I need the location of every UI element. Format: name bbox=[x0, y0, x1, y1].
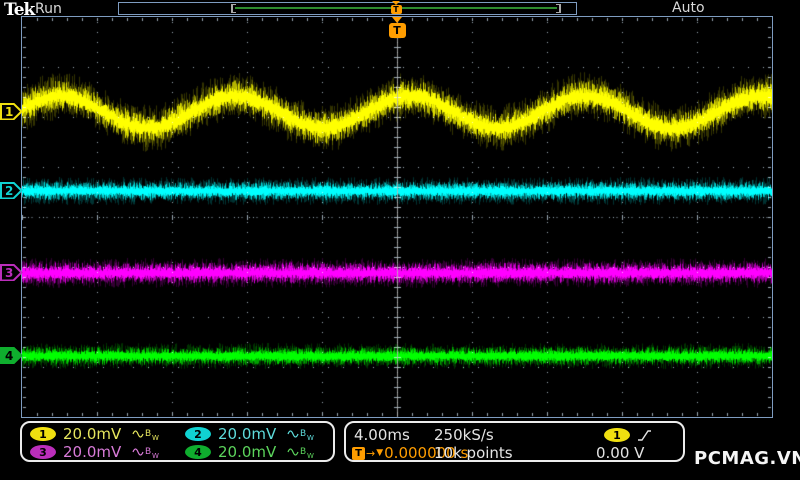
rising-edge-icon bbox=[637, 428, 652, 442]
trigger-t-icon: T bbox=[388, 23, 406, 38]
trigger-t-icon: T bbox=[352, 446, 365, 460]
ch2-badge: 2 bbox=[185, 427, 211, 441]
trigger-position-marker: T bbox=[388, 17, 406, 38]
ch1-coupling-bandwidth-icon: BW bbox=[132, 428, 159, 441]
svg-text:B: B bbox=[145, 429, 151, 439]
trigger-t-icon: T bbox=[390, 5, 402, 14]
triangle-down-icon: ▼ bbox=[376, 448, 384, 458]
channel-2-position-marker: 2 bbox=[0, 182, 23, 199]
svg-text:B: B bbox=[145, 447, 151, 457]
acquisition-status: Run bbox=[35, 1, 62, 17]
svg-text:B: B bbox=[300, 447, 306, 457]
timebase-scale: 4.00ms bbox=[354, 426, 410, 444]
ch1-readout: 1 20.0mV BW bbox=[30, 425, 159, 443]
ch4-scale: 20.0mV bbox=[218, 443, 277, 461]
trigger-source-readout: 1 bbox=[604, 427, 652, 443]
ch3-readout: 3 20.0mV BW bbox=[30, 443, 159, 461]
ch2-coupling-bandwidth-icon: BW bbox=[287, 428, 314, 441]
ch2-scale: 20.0mV bbox=[218, 425, 277, 443]
trigger-mode-label: Auto bbox=[672, 0, 705, 16]
record-view-bar: T bbox=[118, 1, 577, 15]
record-length: 10k points bbox=[434, 444, 513, 462]
ch4-readout: 4 20.0mV BW bbox=[185, 443, 314, 461]
record-trigger-marker: T bbox=[390, 1, 402, 14]
channel-3-position-marker: 3 bbox=[0, 264, 23, 281]
ch3-badge: 3 bbox=[30, 445, 56, 459]
watermark: PCMAG.VN bbox=[694, 448, 800, 469]
waveform-canvas bbox=[22, 17, 772, 417]
ch4-badge: 4 bbox=[185, 445, 211, 459]
waveform-display-area bbox=[21, 16, 773, 418]
trigger-source-badge: 1 bbox=[604, 428, 630, 442]
svg-text:W: W bbox=[152, 452, 159, 459]
channel-1-position-marker: 1 bbox=[0, 103, 23, 120]
ch3-scale: 20.0mV bbox=[63, 443, 122, 461]
trigger-level: 0.00 V bbox=[596, 444, 645, 462]
ch4-coupling-bandwidth-icon: BW bbox=[287, 446, 314, 459]
arrow-right-icon: → bbox=[366, 446, 376, 460]
channel-4-position-marker: 4 bbox=[0, 347, 23, 364]
ch1-scale: 20.0mV bbox=[63, 425, 122, 443]
svg-text:W: W bbox=[307, 452, 314, 459]
svg-text:W: W bbox=[152, 434, 159, 441]
channel-readout-box: 1 20.0mV BW 2 20.0mV BW 3 20.0mV BW 4 20… bbox=[20, 421, 335, 462]
sample-rate: 250kS/s bbox=[434, 426, 494, 444]
timebase-trigger-readout-box: 4.00ms 250kS/s 1 T → ▼ 0.000000 s 10k point… bbox=[344, 421, 685, 462]
ch1-badge: 1 bbox=[30, 427, 56, 441]
svg-text:B: B bbox=[300, 429, 306, 439]
svg-text:W: W bbox=[307, 434, 314, 441]
ch2-readout: 2 20.0mV BW bbox=[185, 425, 314, 443]
ch3-coupling-bandwidth-icon: BW bbox=[132, 446, 159, 459]
